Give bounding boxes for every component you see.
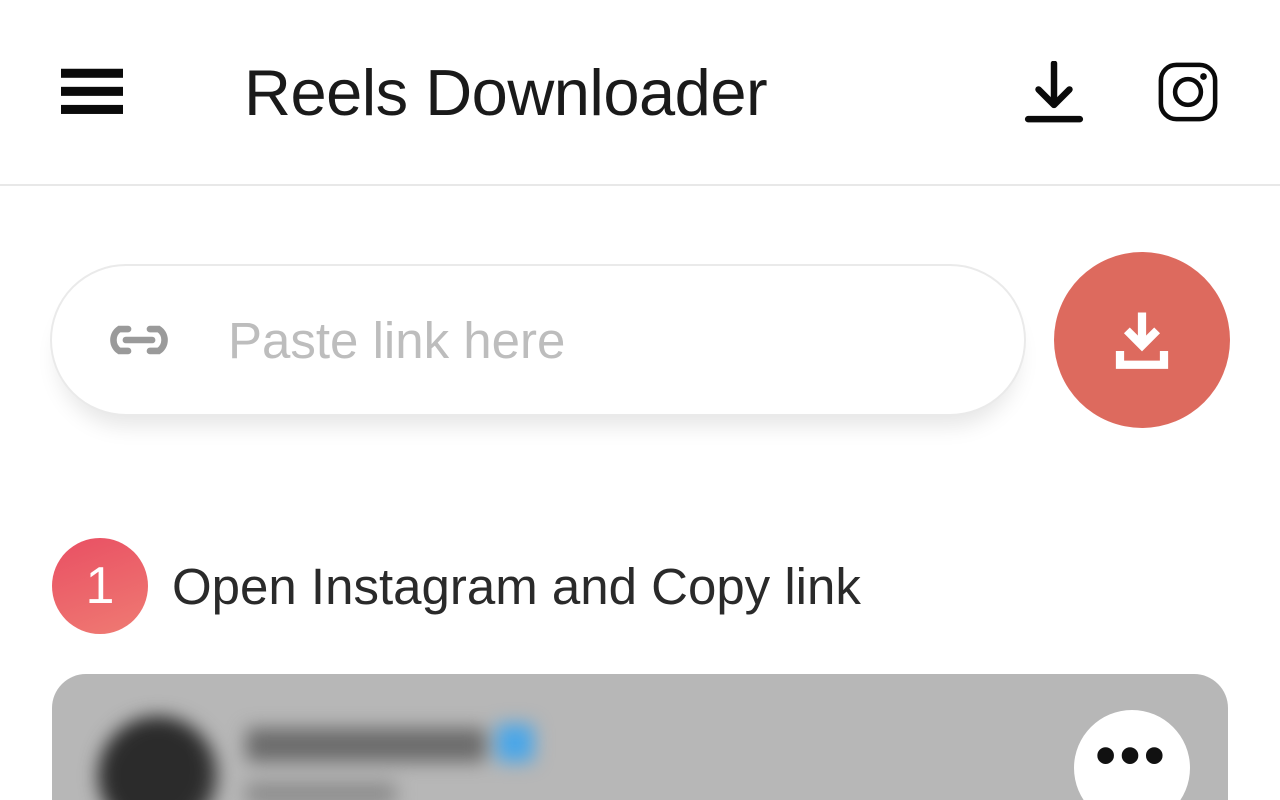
link-field[interactable] bbox=[50, 264, 1026, 416]
main-content: 1 Open Instagram and Copy link ••• bbox=[0, 186, 1280, 800]
page-title: Reels Downloader bbox=[244, 55, 767, 130]
example-verified-badge bbox=[496, 724, 534, 762]
menu-button[interactable] bbox=[56, 56, 128, 128]
header-actions bbox=[1018, 56, 1224, 128]
step-text: Open Instagram and Copy link bbox=[172, 557, 861, 616]
menu-icon bbox=[61, 68, 123, 116]
instructions: 1 Open Instagram and Copy link ••• bbox=[50, 538, 1230, 800]
example-avatar bbox=[98, 716, 218, 800]
download-button[interactable] bbox=[1054, 252, 1230, 428]
link-input-row bbox=[50, 252, 1230, 428]
open-instagram-button[interactable] bbox=[1152, 56, 1224, 128]
instagram-icon bbox=[1157, 61, 1219, 123]
example-post-preview: ••• bbox=[52, 674, 1228, 800]
app-header: Reels Downloader bbox=[0, 0, 1280, 186]
instruction-step: 1 Open Instagram and Copy link bbox=[52, 538, 1228, 634]
step-number-badge: 1 bbox=[52, 538, 148, 634]
example-subtext-placeholder bbox=[246, 782, 396, 800]
download-arrow-icon bbox=[1023, 61, 1085, 123]
link-input[interactable] bbox=[228, 311, 972, 370]
link-icon bbox=[104, 305, 174, 375]
example-username-placeholder bbox=[246, 728, 486, 762]
downloads-button[interactable] bbox=[1018, 56, 1090, 128]
download-tray-icon bbox=[1109, 307, 1175, 373]
